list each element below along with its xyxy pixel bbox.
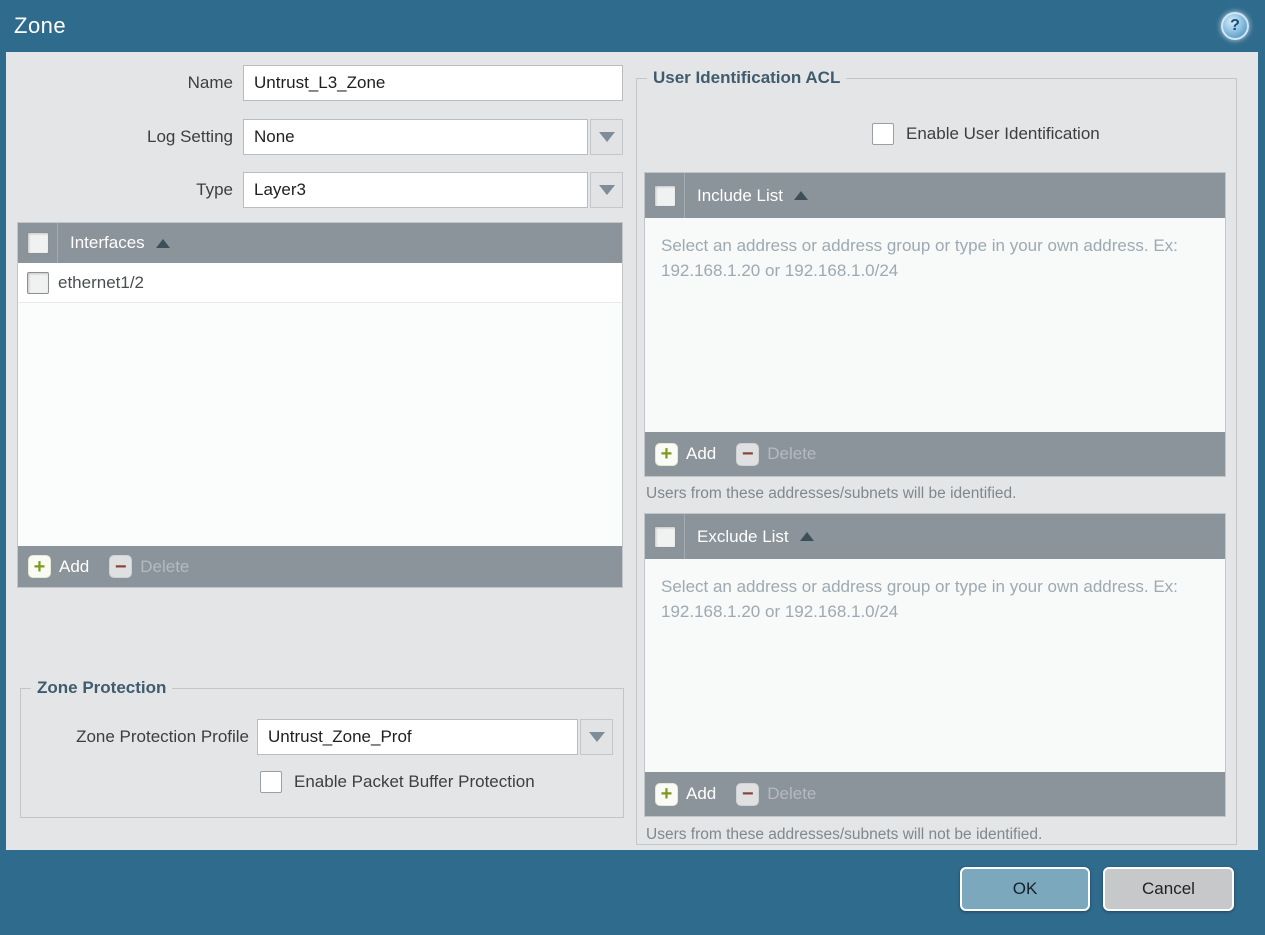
row-checkbox[interactable] [27,271,49,294]
include-list-header[interactable]: Include List [645,173,1225,218]
dialog-content: Name Log Setting None Type Layer3 [6,52,1258,850]
sort-asc-icon [799,532,814,541]
user-identification-fieldset: User Identification ACL Enable User Iden… [636,68,1237,845]
enable-user-identification-checkbox[interactable] [872,123,894,145]
chevron-down-icon [588,732,605,742]
add-icon: + [28,555,51,578]
include-list-table: Include List Select an address or addres… [644,172,1226,477]
sort-asc-icon [155,238,170,248]
delete-icon: − [109,555,133,578]
add-exclude-button[interactable]: + Add [655,782,717,806]
interfaces-table: Interfaces ethernet1/2 + Add − Delete [17,222,623,588]
user-identification-legend: User Identification ACL [653,68,841,87]
zone-dialog: Zone ? Name Log Setting None Type Layer3 [0,0,1265,935]
delete-label: Delete [767,784,817,803]
include-list-body[interactable]: Select an address or address group or ty… [645,218,1225,432]
add-label: Add [59,556,90,576]
include-list-placeholder: Select an address or address group or ty… [661,236,1178,280]
enable-user-identification-label: Enable User Identification [906,124,1100,143]
delete-label: Delete [140,556,190,576]
interfaces-header[interactable]: Interfaces [18,223,622,263]
include-list-toolbar: + Add − Delete [645,432,1225,476]
delete-include-button[interactable]: − Delete [736,442,817,466]
ok-button[interactable]: OK [960,867,1090,911]
dialog-title: Zone [14,13,67,38]
packet-buffer-protection-checkbox[interactable] [260,771,282,793]
interfaces-toolbar: + Add − Delete [18,546,622,587]
exclude-list-toolbar: + Add − Delete [645,772,1225,816]
exclude-list-placeholder: Select an address or address group or ty… [661,577,1178,621]
zone-protection-legend: Zone Protection [37,678,167,697]
add-label: Add [686,784,717,803]
interfaces-header-label: Interfaces [70,233,145,252]
exclude-list-body[interactable]: Select an address or address group or ty… [645,559,1225,772]
type-dropdown-button[interactable] [590,172,623,208]
include-list-header-label: Include List [697,185,783,205]
log-setting-dropdown-button[interactable] [590,119,623,155]
log-setting-dropdown: None [243,119,623,155]
include-list-caption: Users from these addresses/subnets will … [646,485,1017,502]
table-row[interactable]: ethernet1/2 [18,263,622,303]
add-label: Add [686,444,717,463]
add-icon: + [655,442,678,466]
packet-buffer-protection-label: Enable Packet Buffer Protection [294,772,535,791]
chevron-down-icon [598,132,615,142]
interface-name: ethernet1/2 [58,272,145,292]
log-setting-label: Log Setting [146,127,233,146]
delete-label: Delete [767,444,817,463]
type-label: Type [196,180,233,199]
name-label: Name [187,73,233,92]
zone-protection-profile-value[interactable]: Untrust_Zone_Prof [257,719,578,755]
sort-asc-icon [794,191,808,200]
log-setting-value[interactable]: None [243,119,588,155]
zone-protection-profile-dropdown-button[interactable] [580,719,613,755]
delete-icon: − [736,782,760,806]
exclude-list-header[interactable]: Exclude List [645,514,1225,559]
add-interface-button[interactable]: + Add [28,555,89,578]
type-value[interactable]: Layer3 [243,172,588,208]
exclude-list-caption: Users from these addresses/subnets will … [646,826,1043,843]
type-dropdown: Layer3 [243,172,623,208]
zone-protection-profile-dropdown: Untrust_Zone_Prof [257,719,613,755]
dialog-titlebar: Zone ? [0,0,1265,52]
delete-exclude-button[interactable]: − Delete [736,782,817,806]
interfaces-select-all-checkbox[interactable] [26,232,49,254]
exclude-select-all-checkbox[interactable] [653,525,676,548]
help-glyph: ? [1230,17,1240,34]
add-icon: + [655,782,678,806]
zone-protection-profile-label: Zone Protection Profile [76,727,249,746]
chevron-down-icon [598,185,615,195]
add-include-button[interactable]: + Add [655,442,717,466]
help-icon[interactable]: ? [1221,12,1249,40]
delete-interface-button[interactable]: − Delete [109,555,189,578]
name-input[interactable] [243,65,623,101]
zone-protection-fieldset: Zone Protection Zone Protection Profile … [20,678,624,818]
include-select-all-checkbox[interactable] [653,184,676,207]
delete-icon: − [736,442,760,466]
cancel-button[interactable]: Cancel [1103,867,1234,911]
exclude-list-table: Exclude List Select an address or addres… [644,513,1226,817]
exclude-list-header-label: Exclude List [697,526,789,546]
